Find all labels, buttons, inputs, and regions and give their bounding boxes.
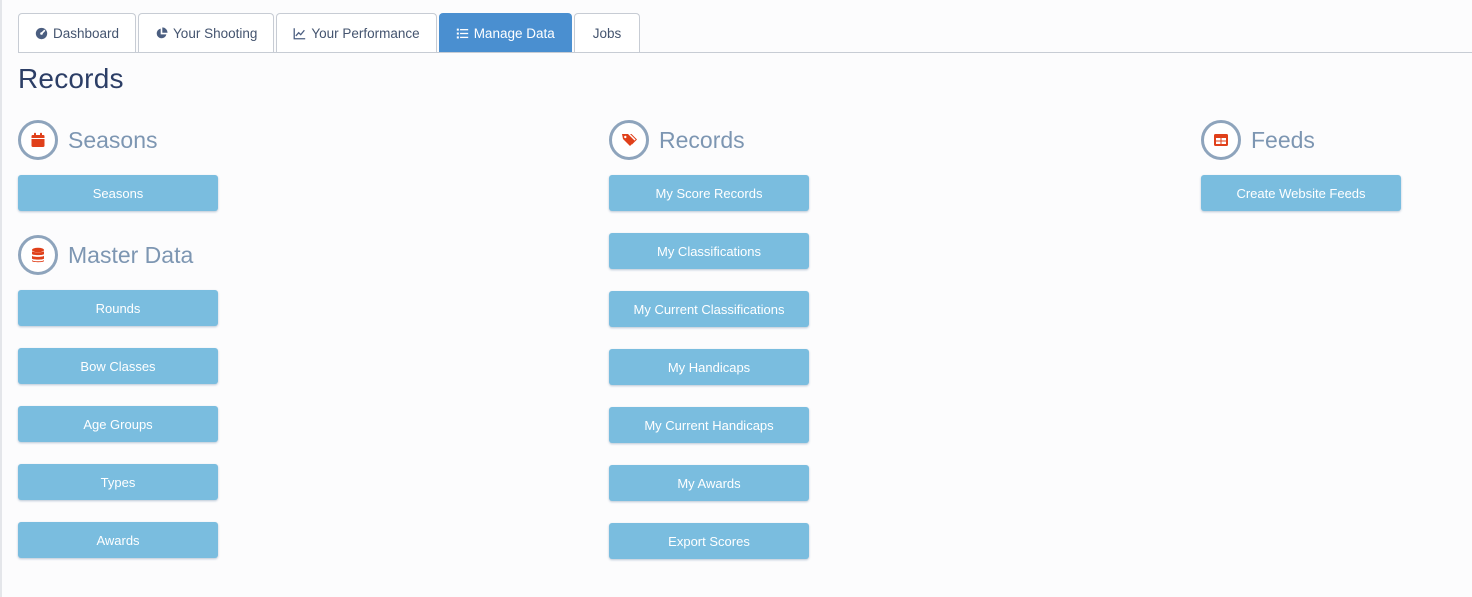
bow-classes-button[interactable]: Bow Classes (18, 348, 218, 384)
my-score-records-button[interactable]: My Score Records (609, 175, 809, 211)
tab-dashboard[interactable]: Dashboard (18, 13, 137, 52)
line-chart-icon (293, 27, 306, 40)
create-website-feeds-button[interactable]: Create Website Feeds (1201, 175, 1401, 211)
my-current-classifications-button[interactable]: My Current Classifications (609, 291, 809, 327)
master-data-section-header: Master Data (18, 233, 218, 277)
tags-icon (609, 120, 649, 160)
seasons-button[interactable]: Seasons (18, 175, 218, 211)
feeds-section-header: Feeds (1201, 118, 1401, 162)
tab-bar: Dashboard Your Shooting Your Performance… (18, 13, 1472, 53)
tab-label: Manage Data (473, 25, 555, 41)
database-icon (18, 235, 58, 275)
section-title: Seasons (68, 126, 158, 153)
types-button[interactable]: Types (18, 464, 218, 500)
export-scores-button[interactable]: Export Scores (609, 523, 809, 559)
tab-your-performance[interactable]: Your Performance (276, 13, 437, 52)
tab-label: Your Shooting (173, 25, 258, 41)
tab-label: Dashboard (53, 25, 120, 41)
pie-chart-icon (155, 26, 168, 40)
records-section-header: Records (609, 118, 809, 162)
my-classifications-button[interactable]: My Classifications (609, 233, 809, 269)
section-title: Feeds (1251, 126, 1315, 153)
column-right: Feeds Create Website Feeds (1201, 118, 1401, 233)
my-awards-button[interactable]: My Awards (609, 465, 809, 501)
seasons-section-header: Seasons (18, 118, 218, 162)
my-current-handicaps-button[interactable]: My Current Handicaps (609, 407, 809, 443)
tab-your-shooting[interactable]: Your Shooting (138, 13, 275, 52)
section-title: Records (659, 126, 745, 153)
list-icon (456, 27, 469, 40)
rounds-button[interactable]: Rounds (18, 290, 218, 326)
my-handicaps-button[interactable]: My Handicaps (609, 349, 809, 385)
age-groups-button[interactable]: Age Groups (18, 406, 218, 442)
column-left: Seasons Seasons Master Data Rounds Bow C… (18, 118, 218, 580)
dashboard-icon (35, 27, 48, 40)
awards-button[interactable]: Awards (18, 522, 218, 558)
table-icon (1201, 120, 1241, 160)
tab-label: Jobs (592, 25, 622, 41)
page-title: Records (18, 63, 124, 94)
tab-manage-data[interactable]: Manage Data (438, 13, 572, 52)
calendar-icon (18, 120, 58, 160)
tab-jobs[interactable]: Jobs (573, 13, 641, 52)
section-title: Master Data (68, 241, 194, 268)
left-border (0, 0, 2, 597)
column-middle: Records My Score Records My Classificati… (609, 118, 809, 581)
tab-label: Your Performance (311, 25, 420, 41)
